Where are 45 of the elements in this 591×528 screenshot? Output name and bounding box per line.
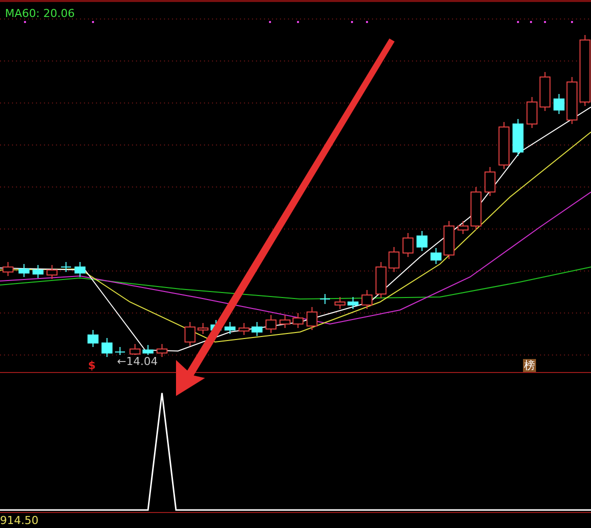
candlestick [306, 306, 318, 330]
candlestick [198, 322, 208, 334]
candlestick [348, 296, 358, 310]
candlestick [566, 76, 578, 124]
candlestick [540, 72, 550, 112]
candlestick [334, 296, 346, 310]
candlestick [88, 330, 98, 348]
candlestick [156, 344, 168, 358]
candlestick [526, 96, 538, 128]
candlestick [362, 290, 372, 310]
candlestick [388, 246, 400, 272]
candlestick [238, 322, 250, 336]
candlestick [320, 294, 330, 304]
candlestick [74, 262, 86, 278]
candlestick [458, 220, 468, 234]
candlestick [184, 322, 196, 346]
candlestick [484, 166, 496, 196]
candlestick [252, 322, 262, 336]
candlestick [102, 338, 112, 358]
candlestick [416, 230, 428, 252]
axis-value: 914.50 [0, 514, 38, 528]
candlestick [2, 262, 14, 276]
signal-mark: $ [88, 360, 96, 372]
candlestick [292, 312, 304, 328]
candlestick [142, 344, 154, 358]
candlestick [444, 220, 454, 260]
candlestick [114, 346, 126, 358]
candlestick [402, 232, 414, 258]
candlestick [498, 122, 510, 170]
indicator-label: MA60: 20.06 [5, 7, 75, 20]
candlestick [430, 248, 442, 264]
candlestick [46, 264, 58, 280]
candlestick [224, 322, 236, 334]
candlestick [32, 264, 44, 278]
rank-badge: 榜 [523, 359, 536, 373]
candlestick [266, 314, 276, 334]
arrow-icon [176, 38, 395, 396]
candlestick [18, 264, 30, 278]
candlestick [470, 186, 482, 230]
candlestick [60, 262, 72, 272]
candlestick [512, 118, 524, 156]
candlestick [280, 314, 290, 328]
candlestick [376, 262, 386, 298]
candlestick [554, 94, 564, 114]
price-marker: ←14.04 [117, 355, 158, 368]
